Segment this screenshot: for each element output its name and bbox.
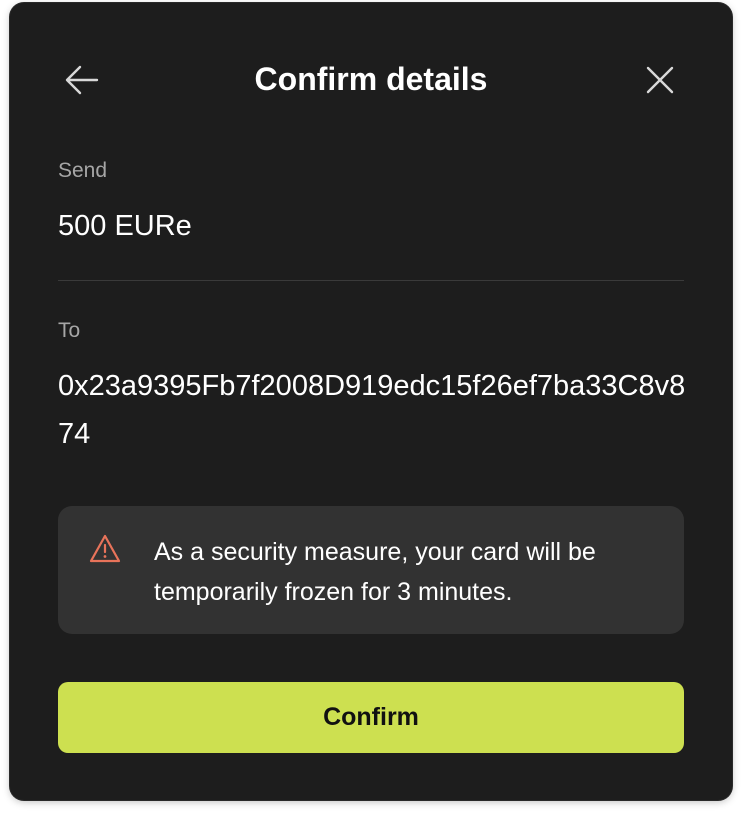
warning-text: As a security measure, your card will be… [154, 538, 596, 606]
confirm-details-dialog: Confirm details Send 500 EURe To 0x23a93… [10, 3, 732, 800]
send-amount: 500 EURe [58, 210, 192, 242]
security-warning: As a security measure, your card will be… [58, 506, 684, 634]
divider [58, 280, 684, 281]
dialog-header: Confirm details [10, 3, 732, 153]
to-label: To [58, 319, 81, 342]
send-label: Send [58, 159, 108, 182]
recipient-address: 0x23a9395Fb7f2008D919edc15f26ef7ba33C8v8… [58, 370, 686, 450]
close-button[interactable] [640, 60, 680, 100]
confirm-button[interactable]: Confirm [58, 682, 684, 753]
dialog-title: Confirm details [254, 61, 488, 97]
warning-triangle-icon [89, 534, 121, 563]
close-icon [646, 66, 674, 94]
